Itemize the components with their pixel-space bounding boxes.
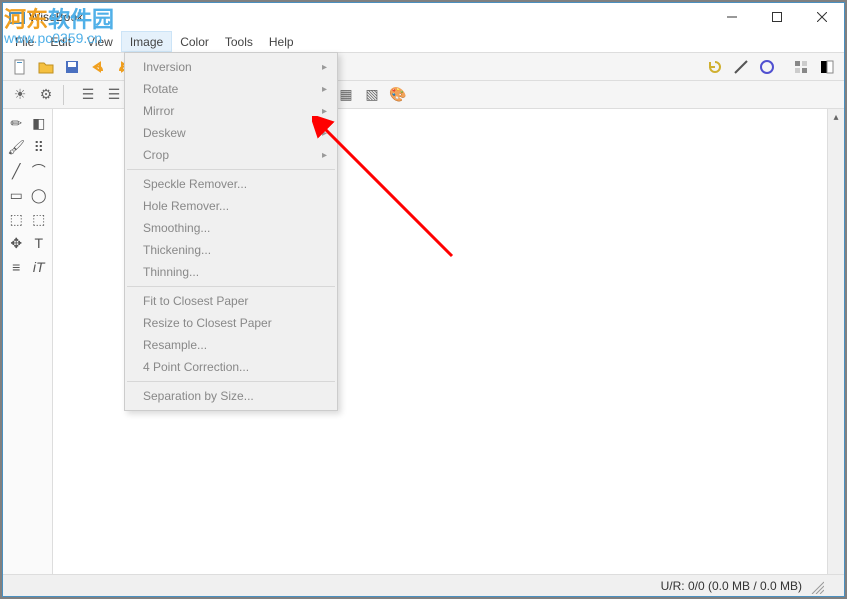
menu-file[interactable]: File xyxy=(7,31,42,52)
save-icon[interactable] xyxy=(60,55,84,79)
scrollbar-vertical[interactable]: ▴ xyxy=(827,109,844,574)
menu-help[interactable]: Help xyxy=(261,31,302,52)
menu-image[interactable]: Image xyxy=(121,31,172,52)
menu-image-dropdown: Inversion▸ Rotate▸ Mirror▸ Deskew▸ Crop▸… xyxy=(124,52,338,411)
menu-item-separation-by-size[interactable]: Separation by Size... xyxy=(125,385,337,407)
list2-icon[interactable]: ☰ xyxy=(102,83,126,107)
factory-icon[interactable]: ⚙ xyxy=(34,83,58,107)
menu-item-speckle-remover[interactable]: Speckle Remover... xyxy=(125,173,337,195)
select-icon[interactable]: ⬚ xyxy=(6,209,26,229)
rect-icon[interactable]: ▭ xyxy=(6,185,26,205)
bright-icon[interactable]: ☀ xyxy=(8,83,32,107)
menu-separator xyxy=(127,286,335,287)
bw-icon[interactable] xyxy=(815,55,839,79)
deskew-icon[interactable] xyxy=(729,55,753,79)
submenu-arrow-icon: ▸ xyxy=(322,128,327,139)
text-icon[interactable]: T xyxy=(29,233,49,253)
itext-icon[interactable]: iT xyxy=(29,257,49,277)
menu-item-hole-remover[interactable]: Hole Remover... xyxy=(125,195,337,217)
menu-item-resample[interactable]: Resample... xyxy=(125,334,337,356)
pencil-icon[interactable]: ✏ xyxy=(6,113,26,133)
undo-icon[interactable] xyxy=(86,55,110,79)
circle-icon[interactable] xyxy=(755,55,779,79)
select2-icon[interactable]: ⬚ xyxy=(29,209,49,229)
spray-icon[interactable]: ⠿ xyxy=(29,137,49,157)
menu-item-crop[interactable]: Crop▸ xyxy=(125,144,337,166)
resize-grip-icon[interactable] xyxy=(808,578,824,594)
submenu-arrow-icon: ▸ xyxy=(322,84,327,95)
list1-icon[interactable]: ☰ xyxy=(76,83,100,107)
submenu-arrow-icon: ▸ xyxy=(322,62,327,73)
titlebar: WiseBook xyxy=(3,3,844,31)
menu-separator xyxy=(127,381,335,382)
new-icon[interactable] xyxy=(8,55,32,79)
maximize-button[interactable] xyxy=(754,3,799,31)
menu-item-smoothing[interactable]: Smoothing... xyxy=(125,217,337,239)
lines-icon[interactable]: ≡ xyxy=(6,257,26,277)
window-buttons xyxy=(709,3,844,31)
status-memory: U/R: 0/0 (0.0 MB / 0.0 MB) xyxy=(661,579,802,593)
grid-icon[interactable] xyxy=(789,55,813,79)
close-button[interactable] xyxy=(799,3,844,31)
menu-item-rotate[interactable]: Rotate▸ xyxy=(125,78,337,100)
brush-icon[interactable]: 🖌 xyxy=(6,137,26,157)
menu-item-thickening[interactable]: Thickening... xyxy=(125,239,337,261)
oval-icon[interactable]: ◯ xyxy=(29,185,49,205)
menu-item-resize-closest-paper[interactable]: Resize to Closest Paper xyxy=(125,312,337,334)
menu-item-mirror[interactable]: Mirror▸ xyxy=(125,100,337,122)
statusbar: U/R: 0/0 (0.0 MB / 0.0 MB) xyxy=(3,574,844,596)
app-icon xyxy=(9,11,25,23)
menu-edit[interactable]: Edit xyxy=(42,31,79,52)
menu-item-fit-closest-paper[interactable]: Fit to Closest Paper xyxy=(125,290,337,312)
open-icon[interactable] xyxy=(34,55,58,79)
grid3-icon[interactable]: ▧ xyxy=(360,83,384,107)
app-title: WiseBook xyxy=(29,10,709,24)
menu-item-4point-correction[interactable]: 4 Point Correction... xyxy=(125,356,337,378)
scroll-up-icon[interactable]: ▴ xyxy=(828,109,844,126)
submenu-arrow-icon: ▸ xyxy=(322,106,327,117)
left-toolbox: ✏◧ 🖌⠿ ╱⌒ ▭◯ ⬚⬚ ✥T ≡iT xyxy=(3,109,53,574)
eraser-icon[interactable]: ◧ xyxy=(29,113,49,133)
line-icon[interactable]: ╱ xyxy=(6,161,26,181)
move-icon[interactable]: ✥ xyxy=(6,233,26,253)
menu-color[interactable]: Color xyxy=(172,31,217,52)
menu-item-inversion[interactable]: Inversion▸ xyxy=(125,56,337,78)
curve-icon[interactable]: ⌒ xyxy=(29,161,49,181)
minimize-button[interactable] xyxy=(709,3,754,31)
menu-item-deskew[interactable]: Deskew▸ xyxy=(125,122,337,144)
menubar: File Edit View Image Color Tools Help xyxy=(3,31,844,53)
rotate-left-icon[interactable] xyxy=(703,55,727,79)
menu-view[interactable]: View xyxy=(79,31,121,52)
menu-item-thinning[interactable]: Thinning... xyxy=(125,261,337,283)
submenu-arrow-icon: ▸ xyxy=(322,150,327,161)
palette-icon[interactable]: 🎨 xyxy=(386,83,410,107)
menu-tools[interactable]: Tools xyxy=(217,31,261,52)
menu-separator xyxy=(127,169,335,170)
